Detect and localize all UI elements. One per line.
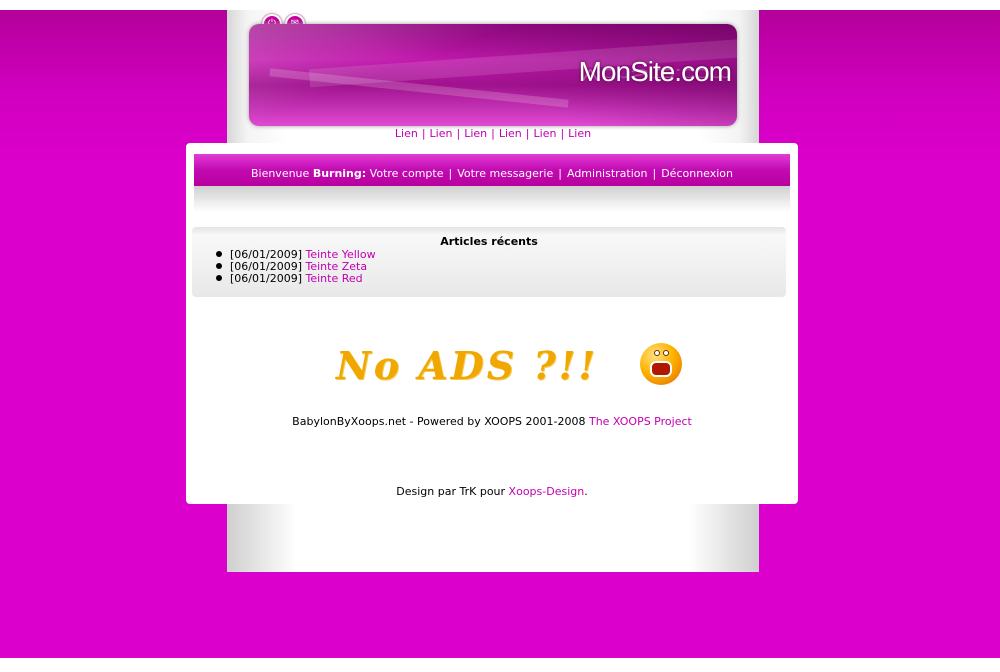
nav-separator: | bbox=[525, 127, 530, 140]
user-bar: Bienvenue Burning: Votre compte | Votre me… bbox=[194, 154, 790, 186]
article-link[interactable]: Teinte Red bbox=[305, 272, 362, 285]
face-mouth bbox=[650, 361, 672, 377]
design-text: Design par TrK pour bbox=[396, 485, 506, 498]
face-eye bbox=[663, 350, 669, 356]
header-banner: MonSite.com MonSite.com bbox=[249, 24, 737, 126]
face-eye bbox=[654, 350, 660, 356]
xoops-project-link[interactable]: The XOOPS Project bbox=[589, 415, 692, 428]
userbar-separator: | bbox=[652, 167, 657, 180]
main-panel: Bienvenue Burning: Votre compte | Votre me… bbox=[186, 143, 798, 504]
nav-separator: | bbox=[560, 127, 565, 140]
nav-link-6[interactable]: Lien bbox=[568, 127, 591, 140]
messages-link[interactable]: Votre messagerie bbox=[457, 167, 553, 180]
nav-link-1[interactable]: Lien bbox=[395, 127, 418, 140]
recent-articles-block: Articles récents [06/01/2009] Teinte Yel… bbox=[192, 227, 786, 297]
account-link[interactable]: Votre compte bbox=[370, 167, 444, 180]
powered-by: BabylonByXoops.net - Powered by XOOPS 20… bbox=[186, 415, 798, 428]
nav-link-4[interactable]: Lien bbox=[499, 127, 522, 140]
list-item: [06/01/2009] Teinte Red bbox=[216, 272, 376, 285]
userbar-separator: | bbox=[558, 167, 562, 180]
nav-link-3[interactable]: Lien bbox=[464, 127, 487, 140]
screaming-face-icon bbox=[640, 343, 682, 385]
userbar-separator: | bbox=[448, 167, 453, 180]
no-ads-banner-text: No ADS ?!! bbox=[336, 343, 599, 388]
top-nav-links: Lien | Lien | Lien | Lien | Lien | Lien bbox=[227, 127, 759, 140]
username: Burning: bbox=[312, 167, 367, 180]
nav-separator: | bbox=[421, 127, 426, 140]
xoops-design-link[interactable]: Xoops-Design bbox=[509, 485, 585, 498]
nav-separator: | bbox=[491, 127, 495, 140]
page-background: ⏻ ✉ MonSite.com MonSite.com Lien|Lien|Li… bbox=[0, 10, 1000, 658]
frame-shadow-left bbox=[227, 502, 297, 572]
logout-link[interactable]: Déconnexion bbox=[661, 167, 733, 180]
welcome-text: Bienvenue bbox=[250, 167, 310, 180]
site-title-reflection: MonSite.com bbox=[578, 65, 731, 84]
article-date: [06/01/2009] bbox=[230, 272, 302, 285]
nav-separator: | bbox=[456, 127, 461, 140]
nav-link-2[interactable]: Lien bbox=[430, 127, 453, 140]
nav-link-5[interactable]: Lien bbox=[534, 127, 557, 140]
admin-link[interactable]: Administration bbox=[567, 167, 648, 180]
userbar-shadow bbox=[194, 186, 790, 212]
block-title: Articles récents bbox=[440, 235, 538, 248]
powered-text: BabylonByXoops.net - Powered by XOOPS 20… bbox=[292, 415, 586, 428]
article-list: [06/01/2009] Teinte Yellow [06/01/2009] … bbox=[216, 249, 376, 285]
frame-shadow-right bbox=[689, 502, 759, 572]
design-credit: Design par TrK pour Xoops-Design. bbox=[186, 485, 798, 498]
design-end: . bbox=[584, 485, 588, 498]
